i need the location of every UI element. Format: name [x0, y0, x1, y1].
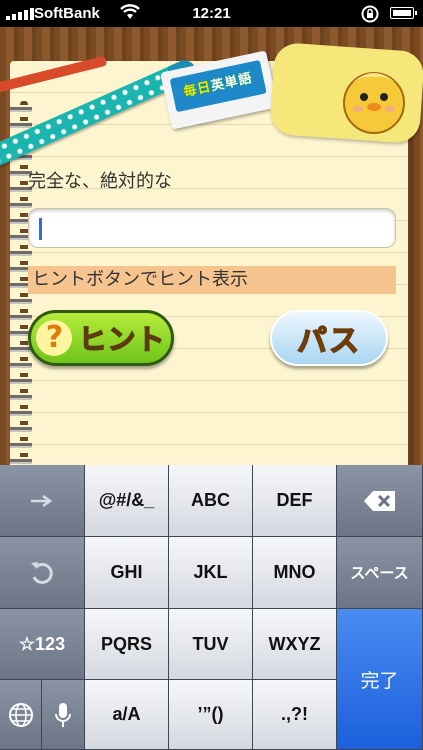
done-key[interactable]: 完了 [337, 609, 423, 750]
dictation-key[interactable] [42, 680, 85, 750]
globe-key[interactable] [0, 680, 42, 750]
chick-mascot-icon [338, 59, 410, 135]
pass-button-label: パス [296, 323, 361, 360]
answer-input[interactable] [28, 208, 396, 248]
key-mno[interactable]: MNO [253, 537, 337, 609]
delete-key[interactable] [337, 465, 423, 537]
key-def[interactable]: DEF [253, 465, 337, 537]
backspace-icon [363, 490, 395, 511]
key-wxyz[interactable]: WXYZ [253, 609, 337, 680]
hint-button[interactable]: ? ヒント [28, 310, 174, 366]
key-ghi[interactable]: GHI [85, 537, 169, 609]
case-toggle-key[interactable]: a/A [85, 680, 169, 750]
key-symbols[interactable]: @#/&_ [85, 465, 169, 537]
app-background: 毎日英単語 完全な、絶対的な ヒントボタンでヒント表示 ? ヒント パス [0, 27, 423, 521]
key-abc[interactable]: ABC [169, 465, 253, 537]
key-tuv[interactable]: TUV [169, 609, 253, 680]
battery-icon [390, 7, 417, 19]
microphone-icon [55, 702, 71, 727]
question-text: 完全な、絶対的な [28, 171, 172, 192]
rotation-lock-icon [360, 4, 380, 28]
undo-key[interactable] [0, 537, 85, 609]
hint-button-label: ヒント [78, 322, 166, 357]
japanese-kana-keyboard: @#/&_ ABC DEF GHI JKL MNO スペース ☆123 PQRS… [0, 465, 423, 750]
key-pqrs[interactable]: PQRS [85, 609, 169, 680]
globe-icon [8, 702, 33, 727]
undo-icon [31, 561, 53, 584]
quotes-parens-key[interactable]: ’”() [169, 680, 253, 750]
space-key[interactable]: スペース [337, 537, 423, 609]
status-bar: SoftBank 12:21 [0, 0, 423, 27]
key-jkl[interactable]: JKL [169, 537, 253, 609]
hint-text: ヒントボタンでヒント表示 [28, 266, 396, 294]
punctuation-key[interactable]: .,?! [253, 680, 337, 750]
question-mark-icon: ? [36, 320, 73, 356]
number-mode-key[interactable]: ☆123 [0, 609, 85, 680]
arrow-right-key[interactable] [0, 465, 85, 537]
pass-button[interactable]: パス [270, 310, 388, 366]
text-caret [39, 218, 42, 240]
